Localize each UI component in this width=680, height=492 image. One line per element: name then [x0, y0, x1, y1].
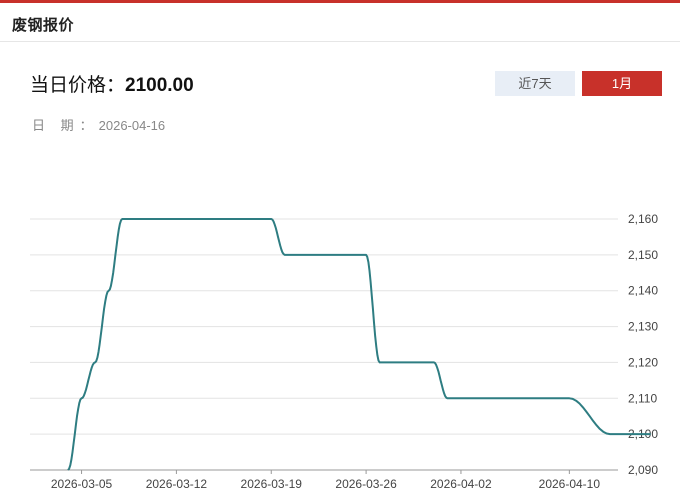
y-tick-label: 2,110: [628, 391, 657, 405]
price-series-line: [67, 218, 651, 471]
x-tick-label: 2026-04-10: [539, 477, 601, 491]
y-tick-label: 2,150: [628, 248, 658, 262]
x-tick-label: 2026-04-02: [430, 477, 492, 491]
y-tick-label: 2,090: [628, 463, 658, 477]
x-tick-label: 2026-03-05: [51, 477, 113, 491]
y-tick-label: 2,130: [628, 320, 658, 334]
y-tick-label: 2,160: [628, 212, 658, 226]
x-tick-label: 2026-03-19: [241, 477, 303, 491]
y-tick-label: 2,140: [628, 284, 658, 298]
y-tick-label: 2,120: [628, 355, 658, 369]
price-line-chart: 2,0902,1002,1102,1202,1302,1402,1502,160…: [30, 212, 658, 491]
x-tick-label: 2026-03-12: [146, 477, 208, 491]
x-tick-label: 2026-03-26: [335, 477, 397, 491]
